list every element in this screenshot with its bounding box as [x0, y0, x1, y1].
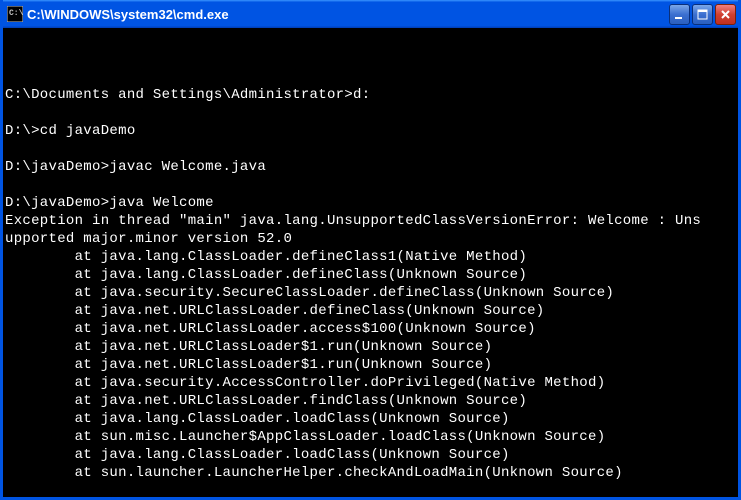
terminal-line: at java.lang.ClassLoader.loadClass(Unkno… [5, 446, 736, 464]
close-button[interactable] [715, 4, 736, 25]
terminal-line: at sun.misc.Launcher$AppClassLoader.load… [5, 428, 736, 446]
terminal-line: D:\>cd javaDemo [5, 122, 736, 140]
terminal-line: at java.security.AccessController.doPriv… [5, 374, 736, 392]
terminal-line: at java.lang.ClassLoader.defineClass(Unk… [5, 266, 736, 284]
terminal-line: at java.net.URLClassLoader$1.run(Unknown… [5, 338, 736, 356]
terminal-line: D:\javaDemo>javac Welcome.java [5, 158, 736, 176]
cmd-icon: C:\ [7, 6, 23, 22]
terminal-line: at sun.launcher.LauncherHelper.checkAndL… [5, 464, 736, 482]
window-title: C:\WINDOWS\system32\cmd.exe [27, 7, 669, 22]
terminal-line [5, 68, 736, 86]
terminal-line: at java.lang.ClassLoader.defineClass1(Na… [5, 248, 736, 266]
terminal-line: at java.net.URLClassLoader$1.run(Unknown… [5, 356, 736, 374]
terminal-line: Exception in thread "main" java.lang.Uns… [5, 212, 736, 230]
terminal-output[interactable]: C:\Documents and Settings\Administrator>… [3, 28, 738, 497]
cmd-window: C:\ C:\WINDOWS\system32\cmd.exe C:\Docum… [0, 0, 741, 500]
terminal-line: at java.net.URLClassLoader.findClass(Unk… [5, 392, 736, 410]
titlebar[interactable]: C:\ C:\WINDOWS\system32\cmd.exe [3, 0, 738, 28]
terminal-line: at java.security.SecureClassLoader.defin… [5, 284, 736, 302]
terminal-line: C:\Documents and Settings\Administrator>… [5, 86, 736, 104]
terminal-line: at java.net.URLClassLoader.defineClass(U… [5, 302, 736, 320]
terminal-line: at java.lang.ClassLoader.loadClass(Unkno… [5, 410, 736, 428]
terminal-line [5, 140, 736, 158]
terminal-line [5, 104, 736, 122]
minimize-button[interactable] [669, 4, 690, 25]
maximize-button[interactable] [692, 4, 713, 25]
window-controls [669, 4, 736, 25]
terminal-line: upported major.minor version 52.0 [5, 230, 736, 248]
terminal-line [5, 482, 736, 497]
terminal-line: D:\javaDemo>java Welcome [5, 194, 736, 212]
terminal-line [5, 176, 736, 194]
terminal-line: at java.net.URLClassLoader.access$100(Un… [5, 320, 736, 338]
svg-text:C:\: C:\ [9, 9, 23, 18]
